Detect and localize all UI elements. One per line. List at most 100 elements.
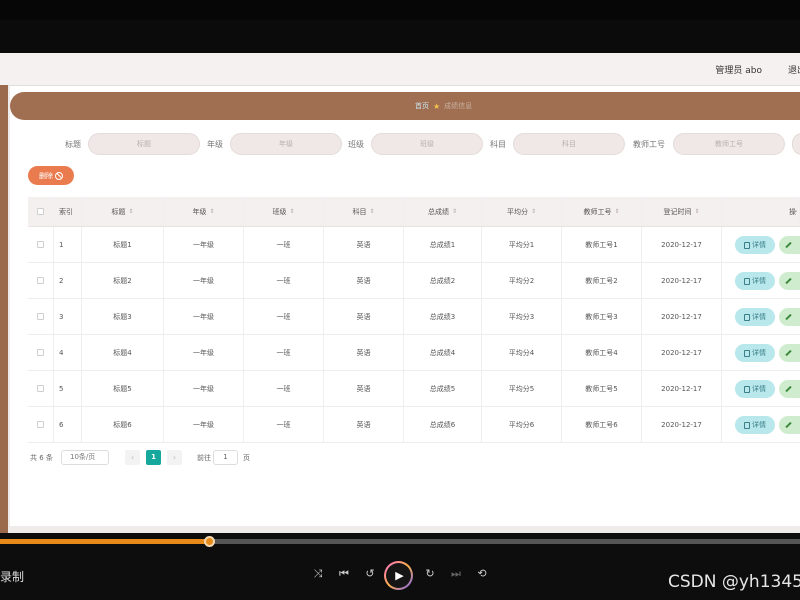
delete-button[interactable]: 删除 <box>28 166 74 185</box>
forward-30-icon[interactable]: ↻ <box>422 567 438 580</box>
play-button[interactable]: ▶ <box>384 561 413 590</box>
pencil-icon <box>785 385 792 393</box>
pencil-icon <box>785 421 792 429</box>
detail-button[interactable]: 详情 <box>735 272 775 290</box>
table-row: 2 标题2 一年级 一班 英语 总成绩2 平均分2 教师工号2 2020-12-17 详情 <box>28 263 800 299</box>
edit-button[interactable] <box>779 380 800 398</box>
breadcrumb: 首页 ★ 成绩信息 <box>10 92 800 120</box>
subject-input[interactable]: 科目 <box>513 133 625 155</box>
cell-date: 2020-12-17 <box>642 335 722 370</box>
row-checkbox[interactable] <box>37 313 44 320</box>
detail-button[interactable]: 详情 <box>735 236 775 254</box>
edit-button[interactable] <box>779 416 800 434</box>
prev-page-button[interactable]: ‹ <box>125 450 140 465</box>
document-icon <box>744 349 750 357</box>
loop-off-icon[interactable]: ⟲ <box>474 567 490 580</box>
col-title-header[interactable]: 标题 ⇕ <box>82 197 164 226</box>
row-checkbox[interactable] <box>37 241 44 248</box>
detail-label: 详情 <box>752 421 766 429</box>
cell-avg: 平均分6 <box>482 407 562 442</box>
logout-link[interactable]: 退出登录 <box>788 63 800 76</box>
video-timeline[interactable] <box>0 536 800 547</box>
table-row: 6 标题6 一年级 一班 英语 总成绩6 平均分6 教师工号6 2020-12-17 详情 <box>28 407 800 443</box>
cell-total: 总成绩4 <box>404 335 482 370</box>
edit-button[interactable] <box>779 308 800 326</box>
col-grade-label: 年级 <box>192 207 207 216</box>
select-all-checkbox[interactable] <box>37 208 44 215</box>
col-index-header: 索引 <box>54 197 82 226</box>
cell-class: 一班 <box>244 371 324 406</box>
detail-label: 详情 <box>752 313 766 321</box>
row-checkbox[interactable] <box>37 349 44 356</box>
rewind-10-icon[interactable]: ↺ <box>362 567 378 580</box>
col-subject-header[interactable]: 科目 ⇕ <box>324 197 404 226</box>
cell-date: 2020-12-17 <box>642 371 722 406</box>
grade-input[interactable]: 年级 <box>230 133 342 155</box>
teacher-id-input[interactable]: 教师工号 <box>673 133 785 155</box>
document-icon <box>744 385 750 393</box>
cell-title: 标题5 <box>82 371 164 406</box>
cell-index: 4 <box>54 335 82 370</box>
edit-button[interactable] <box>779 236 800 254</box>
breadcrumb-current: 成绩信息 <box>444 102 473 110</box>
skip-back-icon[interactable]: ⏮ <box>336 567 352 581</box>
sort-icon: ⇕ <box>289 208 295 215</box>
detail-button[interactable]: 详情 <box>735 344 775 362</box>
cell-total: 总成绩1 <box>404 227 482 262</box>
cell-index: 6 <box>54 407 82 442</box>
col-date-header[interactable]: 登记时间 ⇕ <box>642 197 722 226</box>
cell-avg: 平均分2 <box>482 263 562 298</box>
col-avg-header[interactable]: 平均分 ⇕ <box>482 197 562 226</box>
col-total-header[interactable]: 总成绩 ⇕ <box>404 197 482 226</box>
col-title-label: 标题 <box>111 207 126 216</box>
col-date-label: 登记时间 <box>663 207 692 216</box>
skip-forward-icon[interactable]: ⏭ <box>448 567 464 581</box>
edit-button[interactable] <box>779 272 800 290</box>
shuffle-icon[interactable]: ⤨ <box>310 567 326 581</box>
table-header: 索引 标题 ⇕ 年级 ⇕ 班级 ⇕ 科目 ⇕ 总成绩 ⇕ 平均分 ⇕ 教师工号 ⇕ 登记时间 ⇕… <box>28 197 800 227</box>
search-button-edge[interactable] <box>792 133 800 155</box>
sort-icon: ⇕ <box>451 208 458 215</box>
next-page-button[interactable]: › <box>167 450 182 465</box>
grade-label: 年级 <box>207 140 223 149</box>
cell-avg: 平均分1 <box>482 227 562 262</box>
cell-title: 标题3 <box>82 299 164 334</box>
page-size-select[interactable]: 10条/页 <box>61 450 109 465</box>
cell-teacher: 教师工号6 <box>562 407 642 442</box>
title-input[interactable]: 标题 <box>88 133 200 155</box>
row-checkbox[interactable] <box>37 277 44 284</box>
detail-button[interactable]: 详情 <box>735 416 775 434</box>
current-page-button[interactable]: 1 <box>146 450 161 465</box>
row-checkbox[interactable] <box>37 385 44 392</box>
detail-button[interactable]: 详情 <box>735 380 775 398</box>
cell-avg: 平均分5 <box>482 371 562 406</box>
row-checkbox[interactable] <box>37 421 44 428</box>
timeline-handle[interactable] <box>203 536 215 547</box>
pencil-icon <box>785 313 792 321</box>
cell-subject: 英语 <box>324 371 404 406</box>
row-checkbox-cell <box>28 335 54 370</box>
select-all-checkbox-cell <box>28 197 54 226</box>
cell-grade: 一年级 <box>164 263 244 298</box>
col-grade-header[interactable]: 年级 ⇕ <box>164 197 244 226</box>
cell-grade: 一年级 <box>164 335 244 370</box>
col-class-header[interactable]: 班级 ⇕ <box>244 197 324 226</box>
cell-avg: 平均分4 <box>482 335 562 370</box>
class-input[interactable]: 班级 <box>371 133 483 155</box>
col-teacher-label: 教师工号 <box>583 207 612 216</box>
goto-page-input[interactable]: 1 <box>213 450 238 465</box>
col-teacher-header[interactable]: 教师工号 ⇕ <box>562 197 642 226</box>
breadcrumb-home[interactable]: 首页 <box>415 101 429 111</box>
cell-teacher: 教师工号2 <box>562 263 642 298</box>
cell-index: 3 <box>54 299 82 334</box>
cell-subject: 英语 <box>324 227 404 262</box>
col-action-header: 操作 <box>722 197 800 226</box>
edit-button[interactable] <box>779 344 800 362</box>
sort-icon: ⇕ <box>530 208 537 215</box>
detail-label: 详情 <box>752 385 766 393</box>
cell-subject: 英语 <box>324 263 404 298</box>
cell-total: 总成绩3 <box>404 299 482 334</box>
detail-button[interactable]: 详情 <box>735 308 775 326</box>
goto-unit: 页 <box>243 454 250 462</box>
admin-user-label[interactable]: 管理员 abo <box>715 63 762 76</box>
